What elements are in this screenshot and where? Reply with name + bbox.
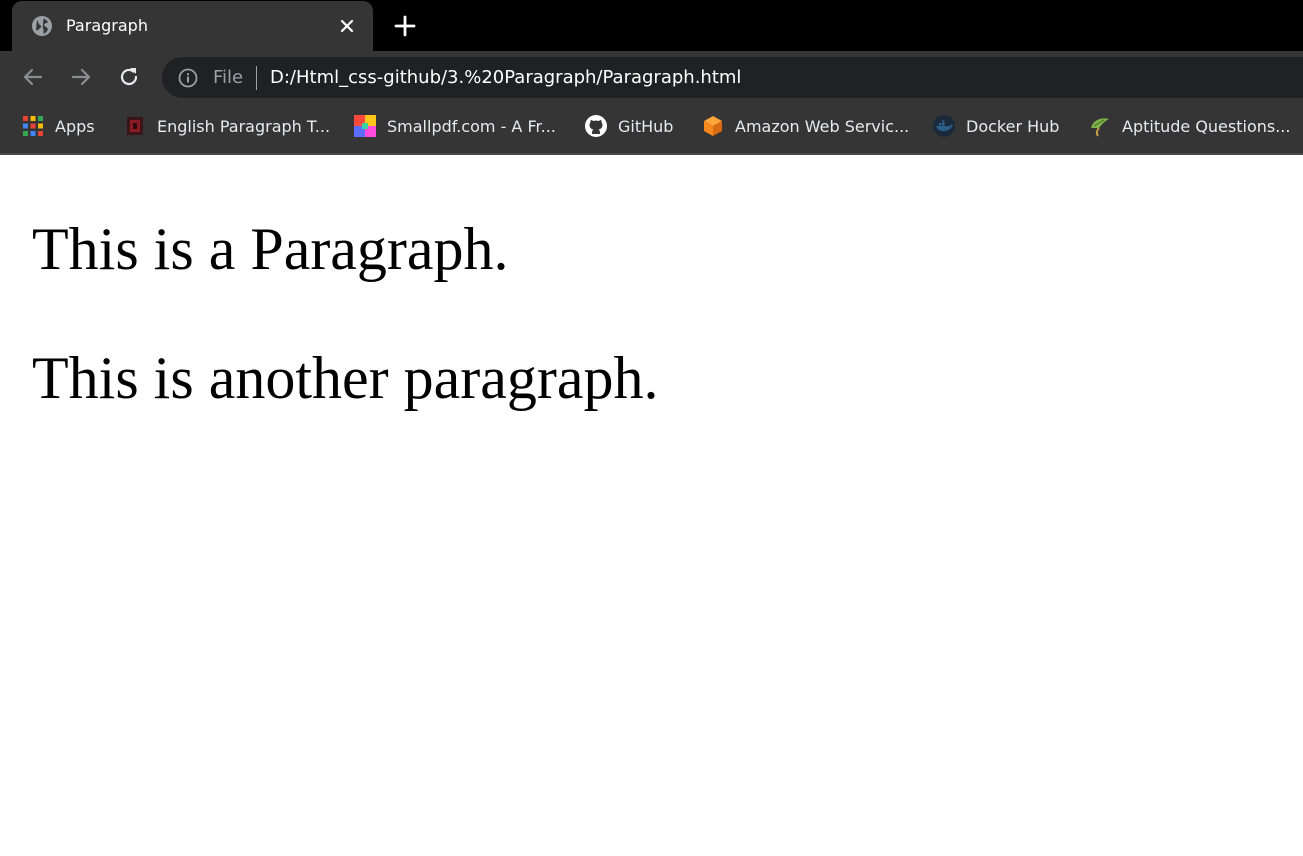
- github-icon: [585, 115, 607, 137]
- bookmark-label: Aptitude Questions...: [1122, 116, 1291, 136]
- tab-paragraph[interactable]: Paragraph: [12, 1, 373, 51]
- bookmark-apps[interactable]: Apps: [21, 112, 95, 140]
- bookmark-english-paragraph[interactable]: English Paragraph T...: [123, 112, 330, 140]
- english-paragraph-favicon: [127, 117, 143, 135]
- bookmark-label: Smallpdf.com - A Fr...: [387, 116, 556, 136]
- back-arrow-icon[interactable]: [20, 64, 46, 90]
- bookmark-aptitude-questions[interactable]: Aptitude Questions...: [1088, 112, 1290, 140]
- tab-strip: Paragraph: [0, 0, 1303, 51]
- aptitude-favicon: [1091, 118, 1109, 137]
- new-tab-plus-icon[interactable]: [393, 14, 417, 38]
- tab-title: Paragraph: [66, 16, 148, 35]
- paragraph-1: This is a Paragraph.: [32, 216, 509, 282]
- address-bar[interactable]: File D:/Html_css-github/3.%20Paragraph/P…: [162, 57, 1303, 98]
- reload-icon[interactable]: [116, 64, 142, 90]
- browser-toolbar: File D:/Html_css-github/3.%20Paragraph/P…: [0, 51, 1303, 103]
- scheme-label: File: [213, 67, 244, 88]
- bookmark-label: Amazon Web Servic...: [735, 116, 910, 136]
- paragraph-2: This is another paragraph.: [32, 345, 659, 411]
- info-icon[interactable]: [178, 68, 198, 88]
- smallpdf-favicon: [354, 115, 376, 137]
- aws-cube-icon: [704, 116, 722, 136]
- bookmark-label: Apps: [55, 116, 95, 136]
- page-content: This is a Paragraph. This is another par…: [0, 155, 1303, 856]
- bookmark-label: GitHub: [618, 116, 674, 136]
- bookmark-label: English Paragraph T...: [157, 116, 331, 136]
- docker-icon: [933, 115, 955, 137]
- apps-grid-icon: [23, 116, 43, 136]
- bookmark-aws[interactable]: Amazon Web Servic...: [701, 112, 909, 140]
- bookmark-smallpdf[interactable]: Smallpdf.com - A Fr...: [353, 112, 556, 140]
- bookmarks-bar: Apps English Paragraph T... Smallpdf.com…: [0, 103, 1303, 155]
- url-text[interactable]: D:/Html_css-github/3.%20Paragraph/Paragr…: [270, 67, 741, 89]
- globe-icon: [32, 16, 52, 36]
- close-icon[interactable]: [337, 16, 357, 36]
- forward-arrow-icon[interactable]: [68, 64, 94, 90]
- bookmark-github[interactable]: GitHub: [584, 112, 673, 140]
- bookmark-label: Docker Hub: [966, 116, 1060, 136]
- address-separator: [256, 66, 257, 90]
- bookmark-docker-hub[interactable]: Docker Hub: [932, 112, 1059, 140]
